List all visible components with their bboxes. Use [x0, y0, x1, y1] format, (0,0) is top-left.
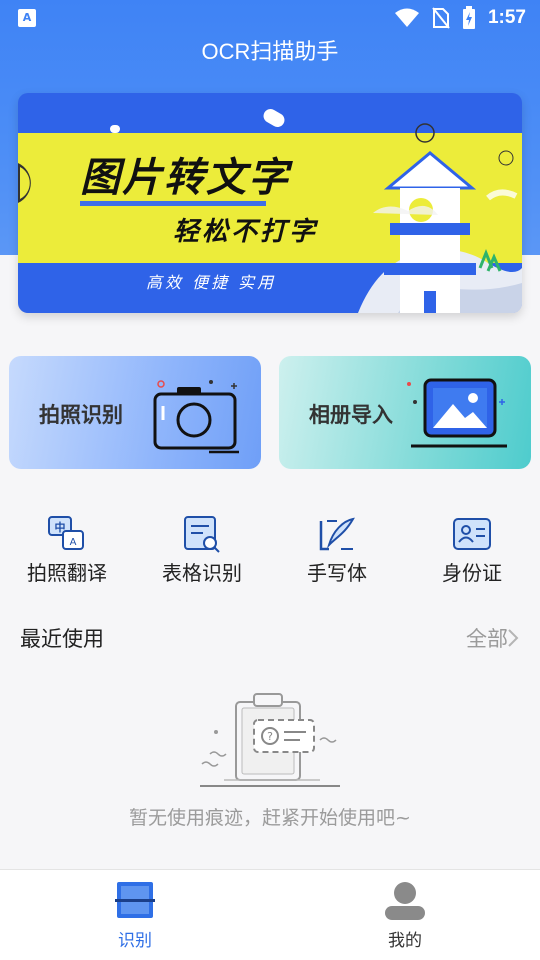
banner-slogan: 高效 便捷 实用	[146, 273, 277, 292]
tab-label: 识别	[118, 931, 152, 951]
tab-mine[interactable]: 我的	[335, 880, 475, 951]
battery-charging-icon	[462, 6, 475, 29]
tab-label: 我的	[388, 931, 422, 951]
tool-label: 表格识别	[162, 561, 242, 585]
recent-title: 最近使用	[20, 627, 104, 651]
see-all-link[interactable]: 全部	[466, 623, 508, 653]
scan-frame-icon	[115, 882, 155, 918]
status-time: 1:57	[487, 7, 526, 28]
page-title: OCR扫描助手	[201, 39, 339, 64]
svg-text:?: ?	[267, 730, 273, 743]
album-import-card[interactable]: 相册导入	[279, 356, 531, 469]
notification-app-icon: A	[18, 9, 36, 27]
tool-handwriting[interactable]: 手写体	[277, 515, 397, 586]
status-bar: A 1:57	[0, 0, 540, 36]
wifi-icon	[394, 8, 419, 27]
promo-banner[interactable]: 图片转文字 轻松不打字 高效 便捷 实用	[18, 93, 522, 313]
tool-table-recognize[interactable]: 表格识别	[142, 515, 262, 586]
tool-id-card[interactable]: 身份证	[412, 515, 532, 586]
photo-recognize-label: 拍照识别	[39, 403, 123, 427]
banner-subtitle: 轻松不打字	[173, 217, 319, 247]
empty-clipboard-illustration: ?	[200, 693, 340, 787]
banner-underline	[80, 201, 266, 206]
handwriting-icon	[319, 517, 355, 551]
no-sim-icon	[432, 7, 450, 29]
svg-text:A: A	[70, 537, 77, 548]
album-import-label: 相册导入	[309, 403, 393, 427]
tool-label: 手写体	[307, 561, 367, 585]
empty-state-text: 暂无使用痕迹，赶紧开始使用吧~	[129, 807, 411, 829]
photo-recognize-card[interactable]: 拍照识别	[9, 356, 261, 469]
quick-tools: 中 A 拍照翻译 表格识别 手写体 身份证	[0, 515, 540, 585]
tool-label: 拍照翻译	[27, 561, 107, 585]
user-profile-icon	[385, 882, 425, 920]
tool-label: 身份证	[442, 561, 502, 585]
translate-icon: 中 A	[48, 516, 84, 550]
camera-icon	[153, 380, 239, 454]
gallery-icon	[407, 378, 507, 448]
banner-title: 图片转文字	[80, 155, 290, 201]
tool-photo-translate[interactable]: 中 A 拍照翻译	[7, 515, 127, 586]
tab-recognize[interactable]: 识别	[65, 880, 205, 951]
id-card-icon	[453, 518, 491, 550]
table-scan-icon	[184, 516, 220, 553]
chevron-right-icon[interactable]	[506, 628, 520, 648]
bottom-nav: 识别 我的	[0, 869, 540, 960]
